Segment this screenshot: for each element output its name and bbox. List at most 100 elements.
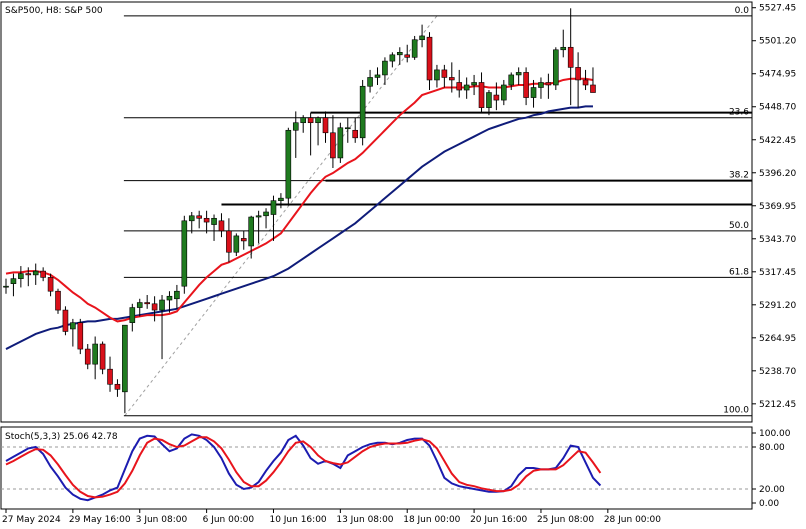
stoch-tick-label: 20.00	[759, 485, 785, 495]
candle-bear	[567, 46, 574, 68]
candle-bull	[501, 84, 507, 101]
candle-bear	[196, 215, 202, 219]
stoch-title: Stoch(5,3,3) 25.06 42.78	[5, 432, 118, 442]
candle-bull	[166, 295, 173, 301]
candle-bear	[448, 77, 455, 81]
candle-bear	[226, 230, 232, 253]
candle-bull	[159, 299, 165, 311]
stoch-tick-label: 100.00	[759, 429, 791, 439]
candle-bear	[203, 217, 210, 223]
fib-level-label: 0.0	[735, 6, 750, 16]
price-tick-label: 5317.45	[759, 268, 796, 278]
candle-bull	[411, 39, 418, 58]
time-tick-label: 10 Jun 16:00	[269, 515, 326, 525]
candle-bull	[486, 92, 492, 108]
candle-bull	[300, 117, 307, 124]
fib-level-label: 61.8	[729, 267, 749, 277]
price-tick-label: 5422.45	[759, 136, 796, 146]
candle-bull	[255, 215, 262, 218]
candle-bear	[352, 129, 359, 139]
candle-bull	[396, 51, 403, 56]
candle-bull	[344, 127, 351, 130]
candle-bull	[530, 87, 537, 98]
chart-canvas: 0.023.638.250.061.8100.0 S&P500, H8: S&P…	[0, 1, 796, 525]
candle-bear	[99, 343, 106, 370]
candle-bear	[40, 270, 46, 278]
candle-bear	[307, 117, 314, 124]
candle-bull	[515, 72, 522, 76]
candle-bear	[218, 220, 225, 232]
candle-bear	[590, 84, 596, 93]
candle-bear	[47, 277, 54, 292]
candle-bull	[560, 46, 567, 51]
price-tick-label: 5474.95	[759, 70, 796, 80]
candle-bull	[419, 35, 425, 41]
time-tick-label: 20 Jun 16:00	[470, 515, 527, 525]
price-tick-label: 5501.20	[759, 37, 796, 47]
price-tick-label: 5343.70	[759, 235, 796, 245]
candle-bear	[25, 273, 32, 276]
stoch-tick-label: 80.00	[759, 443, 785, 453]
candle-bear	[478, 82, 485, 108]
main-panel-frame	[0, 1, 753, 423]
candle-bull	[359, 85, 366, 139]
candle-bull	[374, 74, 381, 78]
candle-bull	[174, 290, 180, 300]
stoch-axis: 100.00 80.00 20.00 0.00	[752, 429, 791, 509]
candle-bull	[463, 84, 470, 91]
candle-bull	[181, 220, 188, 287]
candle-bull	[285, 129, 292, 199]
candle-bear	[77, 322, 84, 350]
candle-bear	[151, 303, 158, 311]
candle-bear	[441, 69, 448, 78]
candle-bull	[367, 77, 373, 87]
candle-bear	[114, 383, 121, 390]
candle-bear	[240, 238, 247, 242]
price-tick-label: 5369.95	[759, 202, 796, 212]
candle-bear	[545, 82, 552, 86]
price-axis: 5527.45 5501.20 5474.95 5448.70 5422.45 5396.…	[752, 4, 796, 410]
price-tick-label: 5527.45	[759, 4, 796, 14]
candle-bull	[248, 216, 254, 247]
candle-bear	[456, 82, 463, 91]
time-tick-label: 13 Jun 08:00	[336, 515, 393, 525]
candle-bear	[62, 309, 69, 332]
candle-bear	[523, 72, 529, 98]
candle-bear	[84, 348, 91, 365]
candle-bull	[3, 285, 9, 288]
candle-bull	[233, 235, 240, 253]
candle-bull	[270, 200, 277, 215]
fib-level-label: 38.2	[729, 171, 749, 181]
candle-bull	[211, 217, 217, 225]
candle-bull	[553, 49, 559, 86]
price-tick-label: 5238.70	[759, 367, 796, 377]
stoch-tick-label: 0.00	[759, 499, 779, 509]
candle-bull	[188, 215, 195, 222]
candle-bear	[404, 54, 411, 58]
candle-bull	[315, 117, 321, 124]
time-tick-label: 27 May 2024	[2, 515, 61, 525]
candle-bull	[122, 324, 128, 393]
price-tick-label: 5448.70	[759, 103, 796, 113]
candle-bull	[10, 278, 17, 284]
candle-bull	[538, 82, 544, 88]
candle-bear	[582, 79, 589, 86]
candle-bull	[389, 54, 396, 62]
candle-bull	[337, 127, 344, 159]
fib-level-label: 50.0	[729, 221, 749, 231]
candle-bull	[70, 322, 76, 330]
candle-bull	[382, 60, 388, 76]
time-tick-label: 3 Jun 08:00	[136, 515, 188, 525]
candle-bull	[471, 82, 477, 86]
candle-bear	[493, 94, 500, 101]
fib-level-label: 100.0	[723, 406, 749, 416]
time-tick-label: 29 May 16:00	[69, 515, 131, 525]
time-tick-label: 6 Jun 00:00	[203, 515, 255, 525]
chart-title: S&P500, H8: S&P 500	[5, 6, 103, 16]
candle-bull	[292, 122, 299, 131]
price-tick-label: 5212.45	[759, 400, 796, 410]
price-tick-label: 5396.20	[759, 169, 796, 179]
time-axis: 27 May 2024 29 May 16:00 3 Jun 08:00 6 Jun …	[2, 509, 661, 525]
time-tick-label: 25 Jun 08:00	[537, 515, 594, 525]
candle-bull	[508, 74, 515, 86]
